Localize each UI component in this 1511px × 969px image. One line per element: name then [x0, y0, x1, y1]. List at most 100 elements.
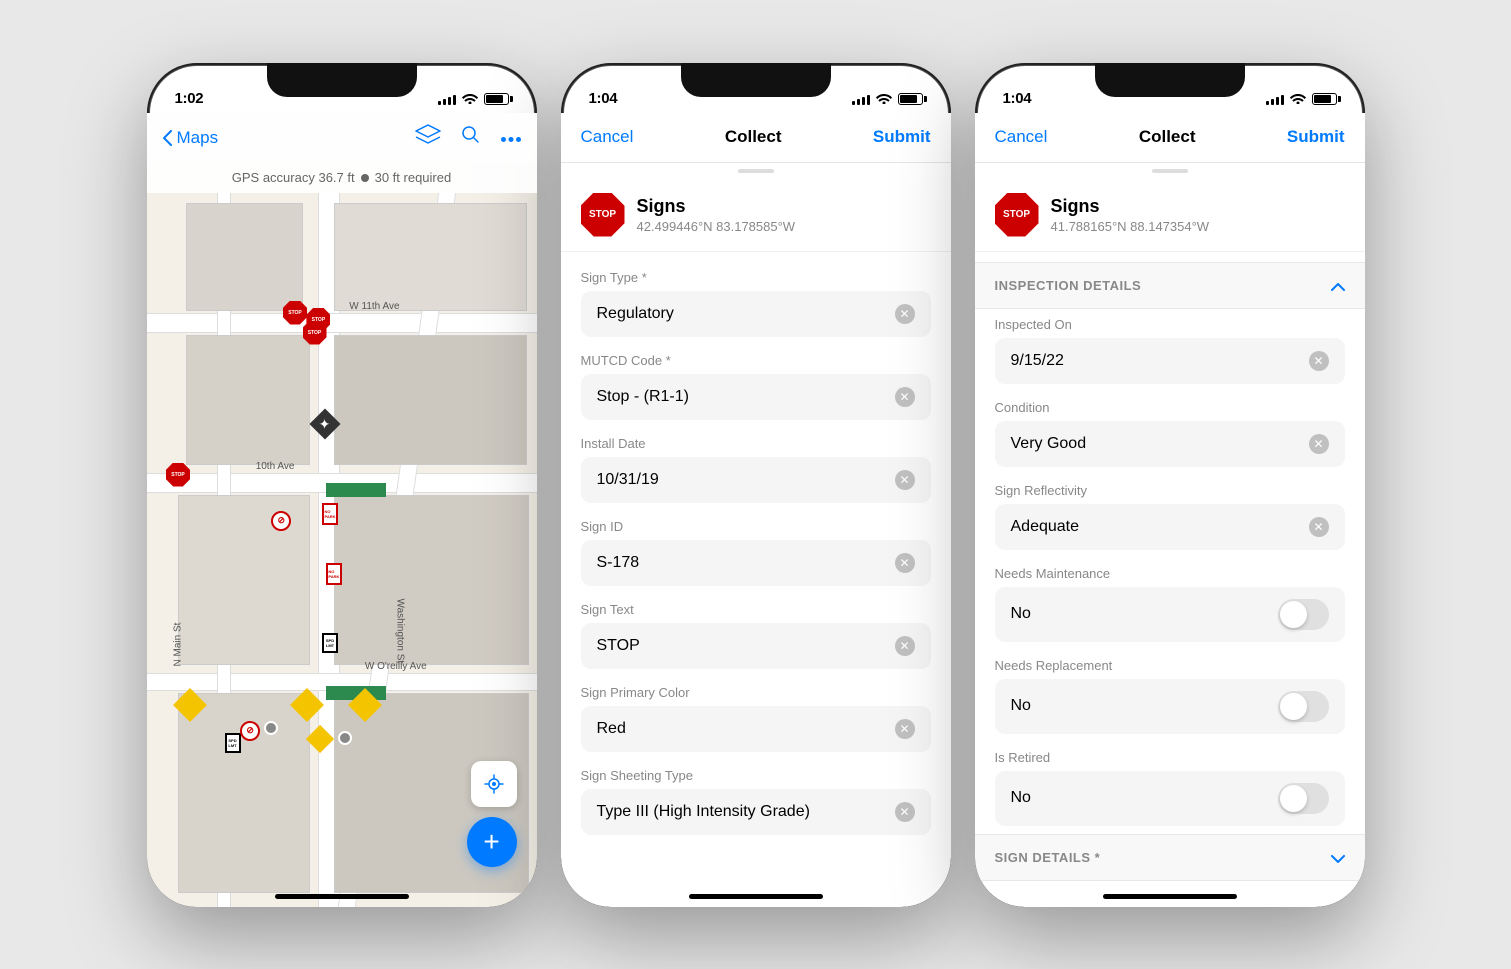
field-label-sign-id: Sign ID	[581, 519, 931, 534]
section-inspection-chevron[interactable]	[1331, 275, 1345, 296]
search-icon[interactable]	[461, 125, 481, 150]
clear-mutcd[interactable]: ✕	[895, 387, 915, 407]
yellow-sign-3[interactable]	[353, 693, 377, 717]
map-view[interactable]: Maps	[147, 113, 537, 907]
section-inspection-header[interactable]: INSPECTION DETAILS	[975, 262, 1365, 309]
field-value-reflectivity[interactable]: Adequate ✕	[995, 504, 1345, 550]
field-value-is-retired[interactable]: No	[995, 771, 1345, 826]
status-time-1: 1:02	[175, 90, 204, 107]
battery-icon-2	[898, 93, 923, 105]
section-sign-chevron[interactable]	[1331, 847, 1345, 868]
speed-limit-2[interactable]: SPDLMT	[225, 733, 241, 753]
clear-sign-text[interactable]: ✕	[895, 636, 915, 656]
field-value-needs-replacement[interactable]: No	[995, 679, 1345, 734]
yellow-sign-1[interactable]	[178, 693, 202, 717]
field-value-sheeting[interactable]: Type III (High Intensity Grade) ✕	[581, 789, 931, 835]
stop-sign-3[interactable]: STOP	[303, 321, 327, 345]
field-sign-text: Sign Text STOP ✕	[561, 594, 951, 677]
location-button[interactable]	[471, 761, 517, 807]
pull-indicator-1	[738, 169, 774, 173]
field-install-date: Install Date 10/31/19 ✕	[561, 428, 951, 511]
field-value-sign-type[interactable]: Regulatory ✕	[581, 291, 931, 337]
field-value-sign-id[interactable]: S-178 ✕	[581, 540, 931, 586]
field-value-mutcd[interactable]: Stop - (R1-1) ✕	[581, 374, 931, 420]
field-is-retired: Is Retired No	[975, 742, 1365, 834]
field-sheeting-type: Sign Sheeting Type Type III (High Intens…	[561, 760, 951, 843]
field-label-condition: Condition	[995, 400, 1345, 415]
feature-info-2: Signs 41.788165°N 88.147354°W	[1051, 196, 1210, 234]
form-body-2: INSPECTION DETAILS Inspected On 9/15/22 …	[975, 252, 1365, 907]
wifi-icon-3	[1290, 92, 1306, 107]
field-label-is-retired: Is Retired	[995, 750, 1345, 765]
field-label-reflectivity: Sign Reflectivity	[995, 483, 1345, 498]
clear-sign-color[interactable]: ✕	[895, 719, 915, 739]
stop-sign-4[interactable]: STOP	[166, 463, 190, 487]
feature-header-1: STOP Signs 42.499446°N 83.178585°W	[561, 179, 951, 252]
toggle-is-retired[interactable]	[1278, 783, 1329, 814]
add-feature-button[interactable]: +	[467, 817, 517, 867]
speed-limit-1[interactable]: SPDLMT	[322, 633, 338, 653]
home-indicator-3	[1103, 894, 1237, 899]
field-needs-replacement: Needs Replacement No	[975, 650, 1365, 742]
form-title-2: Collect	[1139, 127, 1196, 147]
form-screen-2: Cancel Collect Submit STOP Signs 41.7881…	[975, 113, 1365, 907]
no-turn-2[interactable]: ⊘	[240, 721, 260, 741]
cancel-button-1[interactable]: Cancel	[581, 127, 634, 147]
field-sign-id: Sign ID S-178 ✕	[561, 511, 951, 594]
phone-form-1: 1:04	[561, 63, 951, 907]
clear-install-date[interactable]: ✕	[895, 470, 915, 490]
clear-sign-type[interactable]: ✕	[895, 304, 915, 324]
gray-marker-1[interactable]	[264, 721, 278, 735]
field-value-condition[interactable]: Very Good ✕	[995, 421, 1345, 467]
field-mutcd-code: MUTCD Code * Stop - (R1-1) ✕	[561, 345, 951, 428]
clear-sign-id[interactable]: ✕	[895, 553, 915, 573]
field-value-install-date[interactable]: 10/31/19 ✕	[581, 457, 931, 503]
feature-info-1: Signs 42.499446°N 83.178585°W	[637, 196, 796, 234]
field-label-sheeting: Sign Sheeting Type	[581, 768, 931, 783]
battery-icon-3	[1312, 93, 1337, 105]
more-icon[interactable]	[501, 129, 521, 147]
wifi-icon-2	[876, 92, 892, 107]
field-needs-maintenance: Needs Maintenance No	[975, 558, 1365, 650]
no-parking-2[interactable]: NOPARK	[326, 563, 342, 585]
street-label-10th: 10th Ave	[256, 461, 295, 472]
signal-icon	[438, 93, 456, 105]
field-inspected-on: Inspected On 9/15/22 ✕	[975, 309, 1365, 392]
clear-sheeting[interactable]: ✕	[895, 802, 915, 822]
field-label-sign-type: Sign Type *	[581, 270, 931, 285]
gray-marker-2[interactable]	[338, 731, 352, 745]
field-value-sign-text[interactable]: STOP ✕	[581, 623, 931, 669]
cancel-button-2[interactable]: Cancel	[995, 127, 1048, 147]
street-label-nmain: N Main St	[172, 622, 183, 666]
map-navbar: Maps	[147, 113, 537, 163]
clear-inspected-on[interactable]: ✕	[1309, 351, 1329, 371]
clear-condition[interactable]: ✕	[1309, 434, 1329, 454]
field-reflectivity: Sign Reflectivity Adequate ✕	[975, 475, 1365, 558]
field-value-needs-maintenance[interactable]: No	[995, 587, 1345, 642]
signal-icon-3	[1266, 93, 1284, 105]
no-parking-1[interactable]: NOPARK	[322, 503, 338, 525]
gps-accuracy-bar: GPS accuracy 36.7 ft 30 ft required	[147, 163, 537, 193]
phone-map: 1:02	[147, 63, 537, 907]
layers-icon[interactable]	[415, 124, 441, 151]
toggle-needs-maintenance[interactable]	[1278, 599, 1329, 630]
feature-name-2: Signs	[1051, 196, 1210, 217]
status-icons-1	[438, 92, 509, 107]
form-body-1: Sign Type * Regulatory ✕ MUTCD Code * St…	[561, 252, 951, 907]
field-label-install-date: Install Date	[581, 436, 931, 451]
crossing-sign-1[interactable]: ✦	[314, 413, 336, 435]
field-value-inspected-on[interactable]: 9/15/22 ✕	[995, 338, 1345, 384]
clear-reflectivity[interactable]: ✕	[1309, 517, 1329, 537]
field-condition: Condition Very Good ✕	[975, 392, 1365, 475]
form-screen-1: Cancel Collect Submit STOP Signs 42.4994…	[561, 113, 951, 907]
maps-back-button[interactable]: Maps	[163, 128, 219, 148]
field-label-needs-replacement: Needs Replacement	[995, 658, 1345, 673]
section-sign-header[interactable]: SIGN DETAILS *	[975, 834, 1365, 881]
submit-button-1[interactable]: Submit	[873, 127, 931, 147]
toggle-needs-replacement[interactable]	[1278, 691, 1329, 722]
yellow-sign-2[interactable]	[295, 693, 319, 717]
no-turn-1[interactable]: ⊘	[271, 511, 291, 531]
field-value-sign-color[interactable]: Red ✕	[581, 706, 931, 752]
submit-button-2[interactable]: Submit	[1287, 127, 1345, 147]
yellow-sign-4[interactable]	[310, 729, 330, 749]
